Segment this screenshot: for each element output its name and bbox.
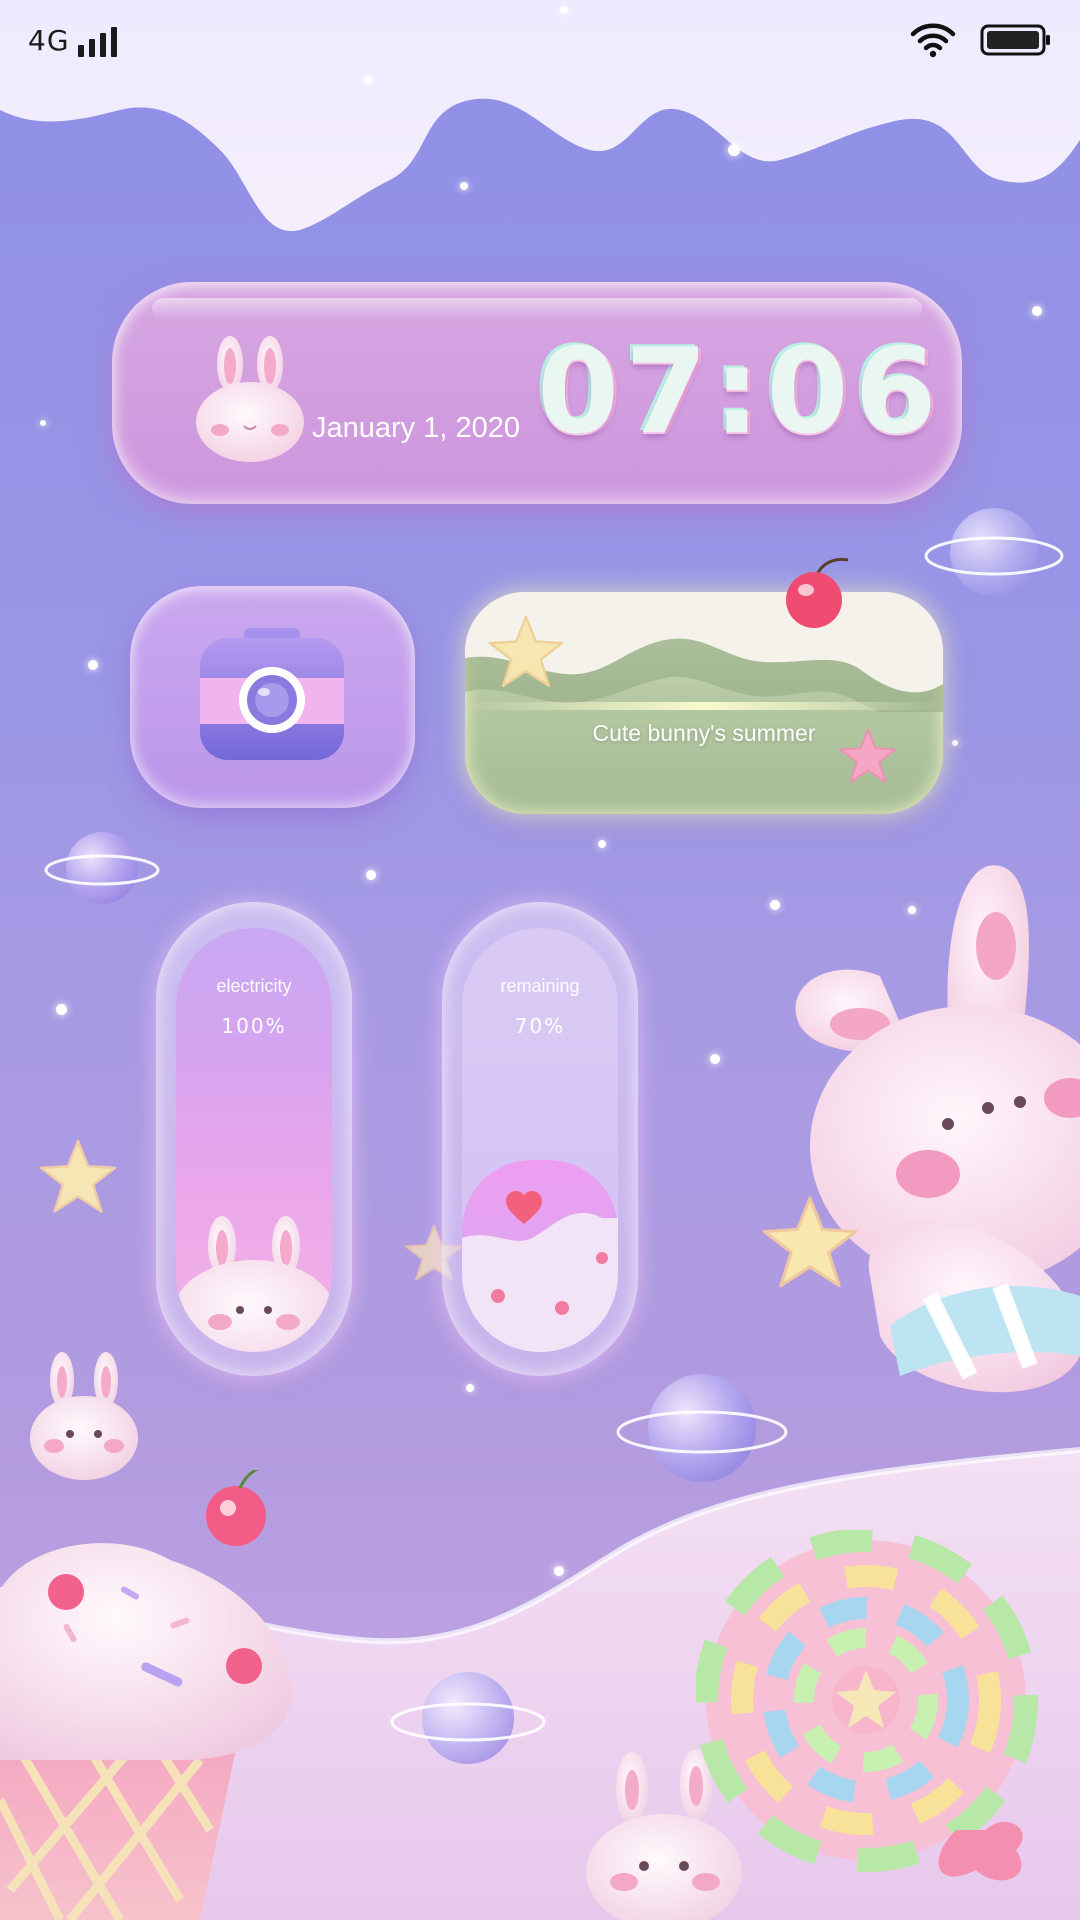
camera-icon: [200, 628, 344, 760]
remaining-label: remaining: [500, 976, 580, 996]
bunny-mascot-decoration: [795, 865, 1080, 1393]
electricity-value: 100%: [221, 1014, 287, 1038]
heart-icon: [506, 1191, 542, 1224]
clock-time: 07:06: [537, 322, 943, 460]
star-dot: [728, 144, 740, 156]
star-candy-decoration: [39, 1139, 117, 1213]
star-dot: [710, 1054, 720, 1064]
star-dot: [40, 420, 46, 426]
wifi-icon: [910, 23, 956, 58]
star-dot: [56, 1004, 67, 1015]
electricity-label: electricity: [216, 976, 292, 996]
status-bar: 4G: [0, 0, 1080, 80]
planet-decoration: [44, 832, 160, 904]
remaining-widget[interactable]: remaining 70%: [442, 902, 638, 1376]
home-screen: 4G January 1, 2020 07:06 Cute bunny's su…: [0, 0, 1080, 1920]
star-dot: [598, 840, 606, 848]
star-icon: [488, 615, 564, 688]
cherry-icon: [786, 557, 849, 628]
network-indicator: 4G: [28, 24, 117, 57]
bunny-face-icon: [176, 1216, 332, 1352]
electricity-widget[interactable]: electricity 100%: [156, 902, 352, 1376]
star-dot: [460, 182, 468, 190]
status-icons: [910, 22, 1052, 58]
star-dot: [466, 1384, 474, 1392]
light-streak: [465, 702, 943, 710]
clock-widget[interactable]: January 1, 2020 07:06: [112, 282, 962, 504]
star-dot: [366, 870, 376, 880]
remaining-value: 70%: [514, 1014, 566, 1038]
banner-title: Cute bunny's summer: [592, 720, 816, 746]
ice-cream-decoration: [0, 1470, 292, 1920]
star-dot: [88, 660, 98, 670]
widget-gloss: [152, 298, 922, 320]
date-label: January 1, 2020: [312, 412, 520, 444]
candy-wave-decoration: [462, 1212, 618, 1352]
star-dot: [1032, 306, 1042, 316]
planet-decoration: [390, 1672, 546, 1764]
battery-icon: [980, 24, 1050, 56]
star-candy-decoration: [762, 1196, 858, 1288]
signal-strength-icon: [77, 26, 117, 57]
lollipop-decoration: [696, 1530, 1038, 1881]
small-bunny-decoration: [30, 1352, 138, 1480]
star-dot: [952, 740, 958, 746]
network-type-label: 4G: [28, 23, 70, 57]
banner-widget[interactable]: Cute bunny's summer: [465, 592, 943, 814]
camera-widget[interactable]: [130, 586, 415, 808]
bunny-face-icon: [196, 336, 304, 462]
